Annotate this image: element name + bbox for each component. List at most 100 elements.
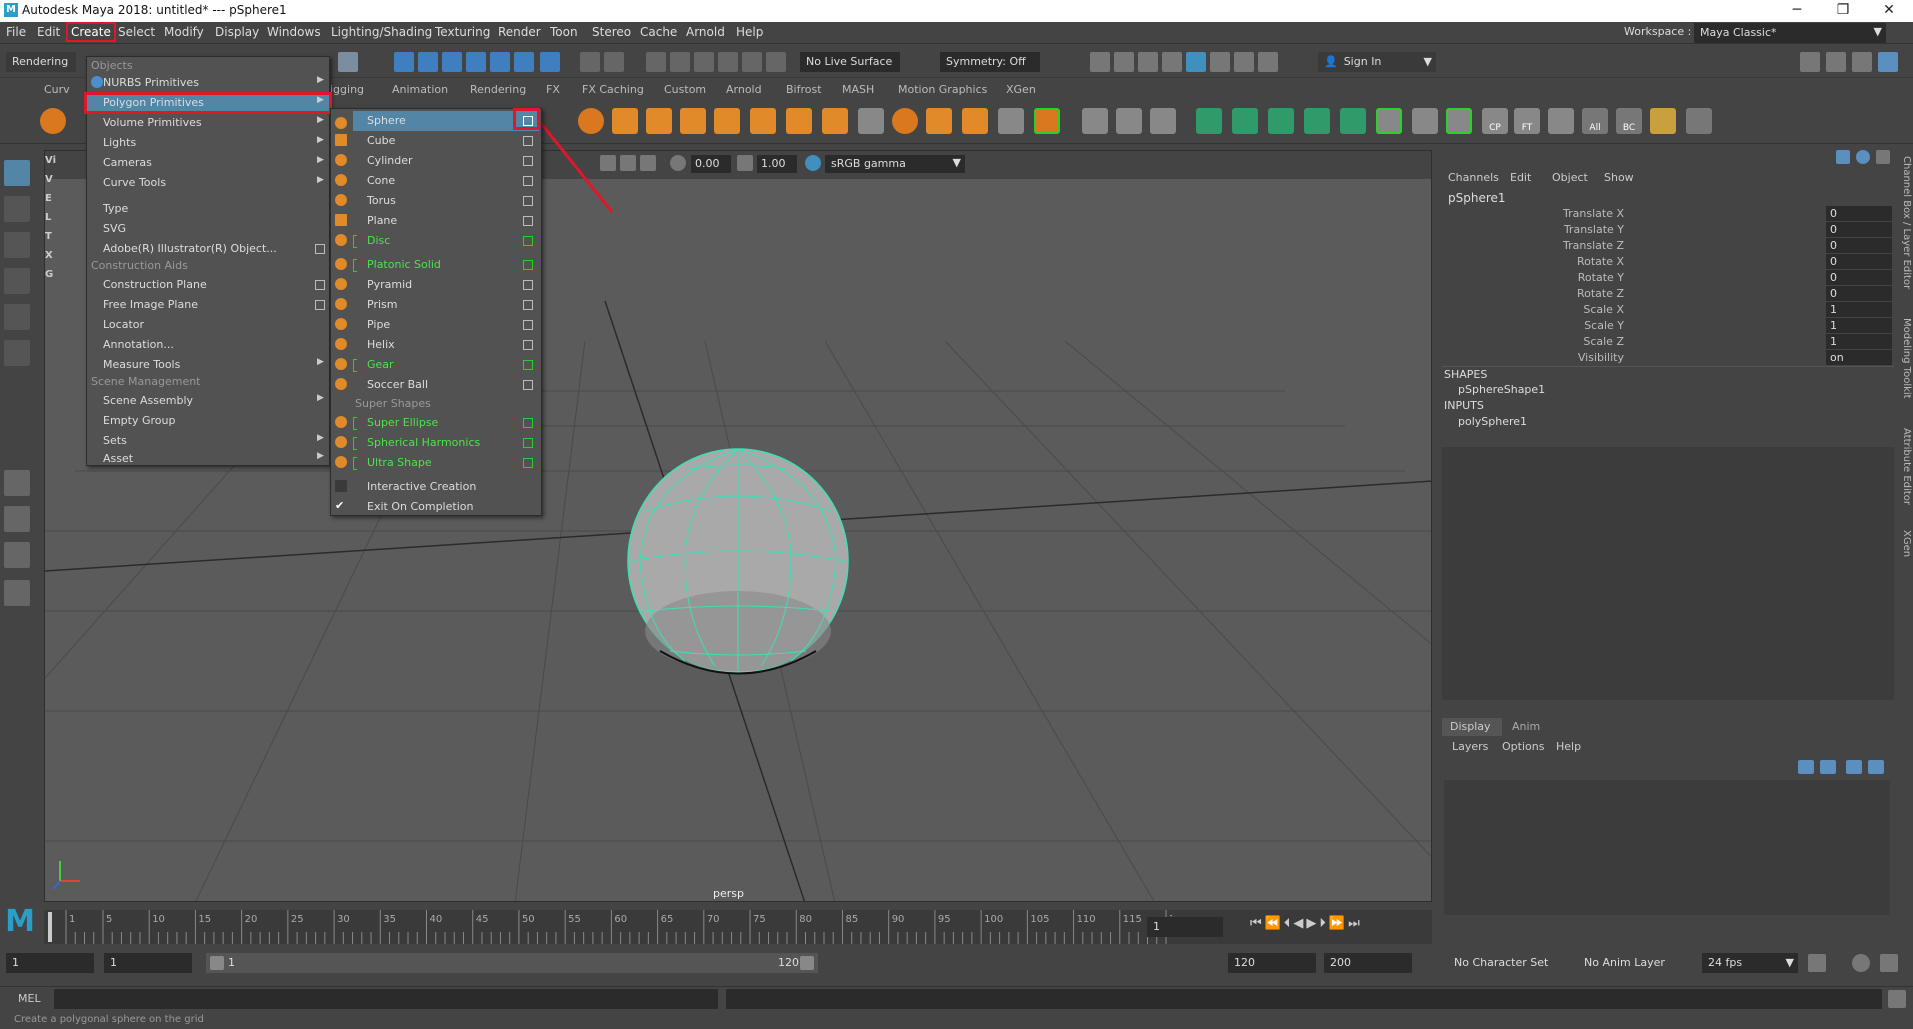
frame-icon[interactable]: [640, 155, 656, 171]
attribute-editor-icon[interactable]: [1826, 52, 1846, 72]
render-frame-icon[interactable]: [1090, 52, 1110, 72]
menu-item-sphere[interactable]: Sphere: [353, 111, 539, 131]
menu-item-svg[interactable]: SVG: [87, 219, 331, 239]
menu-item-type[interactable]: Type: [87, 199, 331, 219]
layer-move-up-icon[interactable]: [1798, 760, 1814, 774]
panel-menu-l[interactable]: L: [45, 208, 57, 227]
lock-icon[interactable]: [580, 52, 600, 72]
step-forward-key-icon[interactable]: ⏵: [1319, 916, 1329, 931]
menu-item-disc[interactable]: Disc: [331, 231, 541, 251]
snap-curve-icon[interactable]: [418, 52, 438, 72]
option-box-icon[interactable]: [315, 300, 325, 310]
panel-menu-e[interactable]: E: [45, 189, 57, 208]
reflection-icon[interactable]: [742, 52, 762, 72]
tab-anim[interactable]: Anim: [1512, 720, 1540, 733]
shape-node[interactable]: pSphereShape1: [1458, 383, 1545, 396]
menu-item-nurbs-primitives[interactable]: NURBS Primitives ▶: [87, 73, 331, 93]
snap-view-icon[interactable]: [466, 52, 486, 72]
panel-menu-view[interactable]: Vi: [45, 151, 57, 170]
menu-item-free-image-plane[interactable]: Free Image Plane: [87, 295, 331, 315]
menu-stereo[interactable]: Stereo: [592, 25, 631, 39]
go-to-end-icon[interactable]: ⏭: [1348, 916, 1363, 931]
gamma-field[interactable]: 1.00: [757, 155, 797, 173]
animation-prefs-icon[interactable]: [1880, 954, 1898, 972]
uv-sew-icon[interactable]: [1340, 108, 1366, 134]
menu-item-torus[interactable]: Torus: [331, 191, 541, 211]
menu-item-prism[interactable]: Prism: [331, 295, 541, 315]
panel-menu-g[interactable]: G: [45, 265, 57, 284]
step-back-icon[interactable]: ⏪: [1265, 916, 1284, 931]
tab-display[interactable]: Display: [1442, 718, 1502, 736]
box-shelf-icon[interactable]: [822, 108, 848, 134]
target-weld-shelf-icon[interactable]: [1116, 108, 1142, 134]
side-tab-channel-box[interactable]: Channel Box / Layer Editor: [1898, 156, 1912, 289]
render-view-icon[interactable]: [1210, 52, 1230, 72]
mel-input[interactable]: [54, 989, 718, 1009]
start-frame-field[interactable]: 1: [6, 953, 94, 973]
play-forward-icon[interactable]: ▶: [1306, 916, 1319, 931]
shelf-tab-fx[interactable]: FX: [546, 83, 560, 96]
option-box-icon[interactable]: [523, 260, 533, 270]
four-view-icon[interactable]: [4, 506, 30, 532]
attr-rotate-y[interactable]: Rotate Y0: [1442, 270, 1894, 286]
go-to-start-icon[interactable]: ⏮: [1250, 916, 1265, 931]
menu-item-super-ellipse[interactable]: Super Ellipse: [331, 413, 541, 433]
menu-texturing[interactable]: Texturing: [435, 25, 490, 39]
menu-item-platonic-solid[interactable]: Platonic Solid: [331, 255, 541, 275]
menu-item-soccer-ball[interactable]: Soccer Ball: [331, 375, 541, 395]
loop-icon[interactable]: [1808, 954, 1826, 972]
uv-cut-icon[interactable]: [1304, 108, 1330, 134]
modeling-toolkit-icon[interactable]: [1800, 52, 1820, 72]
menu-item-sets[interactable]: Sets ▶: [87, 431, 331, 451]
menu-item-illustrator-object[interactable]: Adobe(R) Illustrator(R) Object...: [87, 239, 331, 259]
minimize-button[interactable]: ─: [1774, 0, 1820, 22]
plane-shelf-icon[interactable]: [714, 108, 740, 134]
step-back-key-icon[interactable]: ⏴: [1284, 916, 1294, 931]
option-box-icon[interactable]: [523, 418, 533, 428]
history-icon[interactable]: [646, 52, 666, 72]
option-box-icon[interactable]: [523, 156, 533, 166]
menu-item-helix[interactable]: Helix: [331, 335, 541, 355]
channels-object-menu[interactable]: Object: [1552, 171, 1588, 184]
menu-item-cameras[interactable]: Cameras ▶: [87, 153, 331, 173]
side-tab-attribute-editor[interactable]: Attribute Editor: [1898, 428, 1912, 505]
shelf-tab-animation[interactable]: Animation: [392, 83, 448, 96]
camera-lock-icon[interactable]: [604, 52, 624, 72]
option-box-icon[interactable]: [523, 438, 533, 448]
tool-settings-icon[interactable]: [1852, 52, 1872, 72]
separate-shelf-icon[interactable]: [962, 108, 988, 134]
workspace-dropdown[interactable]: Maya Classic* ▼: [1694, 23, 1886, 43]
option-box-icon[interactable]: [523, 280, 533, 290]
option-box-icon[interactable]: [523, 380, 533, 390]
option-box-icon[interactable]: [315, 280, 325, 290]
sphere-mesh[interactable]: [627, 448, 849, 675]
color-management-icon[interactable]: [805, 155, 821, 171]
lasso-icon[interactable]: [670, 52, 690, 72]
menu-item-scene-assembly[interactable]: Scene Assembly ▶: [87, 391, 331, 411]
shelf-tab-motion-graphics[interactable]: Motion Graphics: [898, 83, 987, 96]
option-box-icon[interactable]: [523, 340, 533, 350]
option-box-icon[interactable]: [523, 176, 533, 186]
bridge-shelf-icon[interactable]: [858, 108, 884, 134]
move-tool-icon[interactable]: [4, 268, 30, 294]
playback-start-field[interactable]: 1: [104, 953, 192, 973]
attr-translate-z[interactable]: Translate Z0: [1442, 238, 1894, 254]
grid-shelf-icon[interactable]: [680, 108, 706, 134]
menu-item-curve-tools[interactable]: Curve Tools ▶: [87, 173, 331, 193]
attr-scale-z[interactable]: Scale Z1: [1442, 334, 1894, 350]
combine-shelf-icon[interactable]: [926, 108, 952, 134]
menu-item-locator[interactable]: Locator: [87, 315, 331, 335]
channel-box-toggle-icon[interactable]: [1836, 150, 1850, 164]
restore-button[interactable]: ❐: [1820, 0, 1866, 22]
option-box-icon[interactable]: [523, 136, 533, 146]
playback-end-field[interactable]: 120: [1228, 953, 1316, 973]
menu-edit[interactable]: Edit: [37, 25, 60, 39]
snap-together-icon[interactable]: [1412, 108, 1438, 134]
shelf-tab-custom[interactable]: Custom: [664, 83, 706, 96]
shelf-tab-mash[interactable]: MASH: [842, 83, 874, 96]
option-box-icon[interactable]: [315, 244, 325, 254]
layout-shelf-icon[interactable]: [1686, 108, 1712, 134]
menu-lighting-shading[interactable]: Lighting/Shading: [331, 25, 432, 39]
mel-label[interactable]: MEL: [18, 992, 41, 1005]
uv-shelf-icon[interactable]: [1196, 108, 1222, 134]
